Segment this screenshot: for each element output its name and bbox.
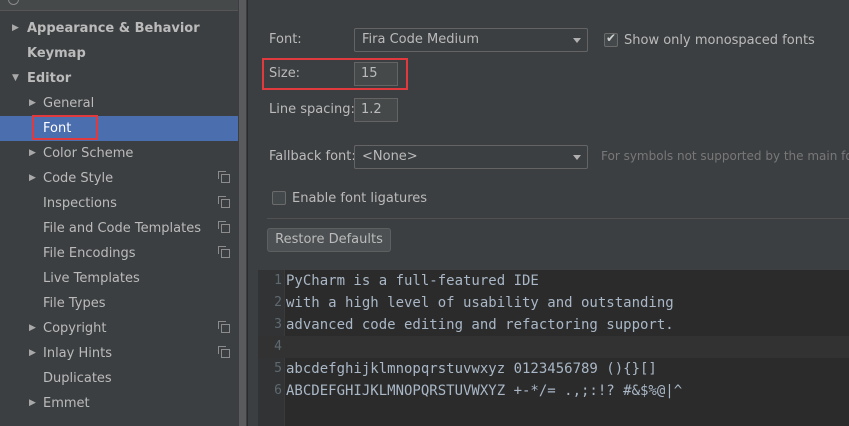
project-scope-icon xyxy=(218,221,230,233)
code-text: abcdefghijklmnopqrstuvwxyz 0123456789 ()… xyxy=(286,361,657,377)
code-line: 3 advanced code editing and refactoring s… xyxy=(258,314,849,336)
expand-right-icon[interactable]: ▶ xyxy=(29,391,36,416)
fallback-font-combo[interactable]: <None> xyxy=(354,145,588,169)
line-number: 6 xyxy=(274,383,282,398)
font-combo[interactable]: Fira Code Medium xyxy=(354,28,588,52)
line-spacing-input[interactable]: 1.2 xyxy=(354,98,398,122)
sidebar-item-label: Appearance & Behavior xyxy=(27,21,200,36)
chevron-down-icon xyxy=(573,155,581,160)
fallback-font-hint: For symbols not supported by the main fo xyxy=(601,149,849,163)
sidebar-item-copyright[interactable]: ▶ Copyright xyxy=(0,316,238,341)
sidebar-item-general[interactable]: ▶ General xyxy=(0,91,238,116)
checkmark-icon: ✔ xyxy=(606,31,617,45)
sidebar-item-label: File and Code Templates xyxy=(43,221,201,236)
sidebar-item-label: Inlay Hints xyxy=(43,346,112,361)
sidebar-item-live-templates[interactable]: Live Templates xyxy=(0,266,238,291)
font-highlight-box xyxy=(32,115,98,140)
sidebar-item-label: Keymap xyxy=(27,46,86,61)
project-scope-icon xyxy=(218,246,230,258)
monospaced-checkbox[interactable]: ✔ xyxy=(604,31,618,47)
sidebar-item-label: Copyright xyxy=(43,321,107,336)
code-text: with a high level of usability and outst… xyxy=(286,295,674,311)
code-text: advanced code editing and refactoring su… xyxy=(286,317,674,333)
font-combo-value: Fira Code Medium xyxy=(362,32,479,47)
sidebar-item-label: Duplicates xyxy=(43,371,112,386)
code-line: 6 ABCDEFGHIJKLMNOPQRSTUVWXYZ +-*/= .,;:!?… xyxy=(258,380,849,402)
expand-right-icon[interactable]: ▶ xyxy=(12,16,19,41)
project-scope-icon xyxy=(218,346,230,358)
sidebar-item-appearance-behavior[interactable]: ▶ Appearance & Behavior xyxy=(0,16,238,41)
sidebar-item-file-encodings[interactable]: File Encodings xyxy=(0,241,238,266)
sidebar-item-label: File Types xyxy=(43,296,106,311)
sidebar-item-label: File Encodings xyxy=(43,246,136,261)
code-line: 1 PyCharm is a full-featured IDE xyxy=(258,270,849,292)
line-spacing-label: Line spacing: xyxy=(269,102,355,117)
search-icon xyxy=(8,0,19,5)
project-scope-icon xyxy=(218,171,230,183)
line-number: 5 xyxy=(274,361,282,376)
code-text: ABCDEFGHIJKLMNOPQRSTUVWXYZ +-*/= .,;:!? … xyxy=(286,383,683,399)
sidebar-item-file-types[interactable]: File Types xyxy=(0,291,238,316)
sidebar-item-label: Inspections xyxy=(43,196,117,211)
fallback-font-label: Fallback font: xyxy=(269,149,356,164)
settings-tree: ▶ Appearance & Behavior Keymap ▼ Editor ▶ Gene… xyxy=(0,0,238,426)
sidebar-item-inlay-hints[interactable]: ▶ Inlay Hints xyxy=(0,341,238,366)
fallback-font-value: <None> xyxy=(362,149,418,164)
monospaced-label: Show only monospaced fonts xyxy=(624,33,815,48)
project-scope-icon xyxy=(218,321,230,333)
project-scope-icon xyxy=(218,196,230,208)
ligatures-checkbox[interactable] xyxy=(272,191,286,205)
ligatures-label: Enable font ligatures xyxy=(292,191,428,206)
expand-right-icon[interactable]: ▶ xyxy=(29,141,36,166)
expand-right-icon[interactable]: ▶ xyxy=(29,166,36,191)
line-number: 4 xyxy=(274,339,282,354)
sidebar-item-label: Color Scheme xyxy=(43,146,134,161)
sidebar-item-color-scheme[interactable]: ▶ Color Scheme xyxy=(0,141,238,166)
line-number: 1 xyxy=(274,273,282,288)
sidebar-item-label: Code Style xyxy=(43,171,114,186)
sidebar-item-code-style[interactable]: ▶ Code Style xyxy=(0,166,238,191)
line-number: 2 xyxy=(274,295,282,310)
sidebar-item-label: Editor xyxy=(27,71,72,86)
sidebar-item-label: Emmet xyxy=(43,396,90,411)
expand-right-icon[interactable]: ▶ xyxy=(29,91,36,116)
sidebar-item-emmet[interactable]: ▶ Emmet xyxy=(0,391,238,416)
code-line: 5 abcdefghijklmnopqrstuvwxyz 0123456789 (… xyxy=(258,358,849,380)
expand-right-icon[interactable]: ▶ xyxy=(29,341,36,366)
panel-divider[interactable] xyxy=(247,0,248,426)
code-line: 2 with a high level of usability and outs… xyxy=(258,292,849,314)
line-number: 3 xyxy=(274,317,282,332)
size-highlight-box xyxy=(262,58,408,90)
expand-down-icon[interactable]: ▼ xyxy=(12,66,19,91)
code-text: PyCharm is a full-featured IDE xyxy=(286,273,539,289)
chevron-down-icon xyxy=(573,38,581,43)
settings-search-field[interactable] xyxy=(0,0,238,11)
section-separator xyxy=(267,218,849,219)
code-line: 4 xyxy=(258,336,849,358)
sidebar-item-keymap[interactable]: Keymap xyxy=(0,41,238,66)
sidebar-item-label: Live Templates xyxy=(43,271,140,286)
sidebar-item-file-and-code-templates[interactable]: File and Code Templates xyxy=(0,216,238,241)
restore-defaults-button[interactable]: Restore Defaults xyxy=(267,228,391,252)
expand-right-icon[interactable]: ▶ xyxy=(29,316,36,341)
font-label: Font: xyxy=(269,32,302,47)
sidebar-item-label: General xyxy=(43,96,95,111)
font-preview-editor[interactable]: 1 PyCharm is a full-featured IDE 2 with a h… xyxy=(258,270,849,426)
scrollbar-thumb[interactable] xyxy=(239,0,246,426)
sidebar-scrollbar[interactable] xyxy=(238,0,247,426)
sidebar-item-duplicates[interactable]: Duplicates xyxy=(0,366,238,391)
sidebar-item-inspections[interactable]: Inspections xyxy=(0,191,238,216)
sidebar-item-editor[interactable]: ▼ Editor xyxy=(0,66,238,91)
